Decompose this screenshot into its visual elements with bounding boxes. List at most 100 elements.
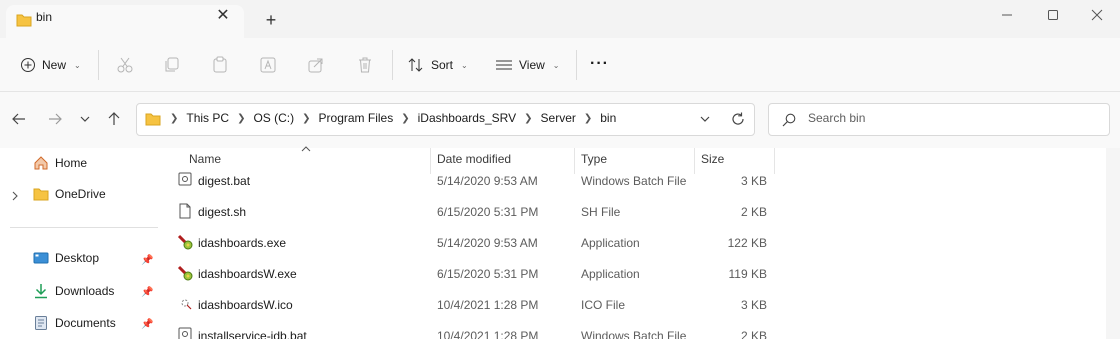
home-icon — [34, 156, 48, 170]
sort-button[interactable]: Sort ⌄ — [407, 57, 468, 73]
download-icon — [35, 284, 47, 299]
file-type: ICO File — [581, 298, 626, 312]
minimize-button[interactable] — [984, 0, 1030, 30]
close-window-button[interactable] — [1074, 0, 1120, 30]
vertical-scrollbar[interactable] — [1106, 148, 1120, 339]
folder-icon — [33, 188, 49, 201]
chevron-right-icon: ❯ — [524, 112, 533, 124]
sidebar-item-label: Desktop — [55, 251, 100, 265]
up-button[interactable] — [102, 107, 126, 131]
share-icon[interactable] — [307, 56, 325, 74]
breadcrumb-idashboards-srv[interactable]: iDashboards_SRV — [414, 111, 521, 125]
search-icon — [782, 113, 796, 127]
sort-button-label: Sort — [431, 58, 454, 72]
file-type: Windows Batch File — [581, 174, 687, 188]
breadcrumb-server[interactable]: Server — [537, 111, 580, 125]
sort-ascending-icon — [301, 146, 311, 152]
file-name: installservice-idb.bat — [198, 329, 307, 339]
file-name: digest.bat — [198, 174, 251, 188]
breadcrumb-bin[interactable]: bin — [596, 111, 620, 125]
copy-icon[interactable] — [163, 56, 181, 74]
maximize-button[interactable] — [1030, 0, 1076, 30]
chevron-right-icon[interactable] — [10, 191, 20, 201]
recent-locations-button[interactable] — [73, 107, 97, 131]
chevron-down-icon — [80, 116, 90, 122]
column-header-name[interactable]: Name — [189, 152, 221, 166]
file-type: SH File — [581, 205, 621, 219]
delete-icon[interactable] — [356, 56, 374, 74]
close-tab-button[interactable]: ✕ — [212, 6, 234, 28]
plus-circle-icon — [21, 58, 35, 72]
breadcrumb-program-files[interactable]: Program Files — [315, 111, 398, 125]
search-input[interactable] — [808, 111, 1098, 125]
more-options-button[interactable]: ··· — [590, 55, 609, 73]
sidebar-item-downloads[interactable]: Downloads — [33, 283, 114, 299]
file-date-modified: 6/15/2020 5:31 PM — [437, 205, 539, 219]
back-button[interactable] — [7, 107, 31, 131]
folder-icon — [145, 113, 161, 126]
pin-icon[interactable]: 📌 — [141, 287, 153, 298]
maximize-icon — [1048, 10, 1058, 20]
view-button[interactable]: View ⌄ — [495, 57, 560, 73]
column-header-type[interactable]: Type — [581, 152, 607, 166]
file-type: Windows Batch File — [581, 329, 687, 339]
documents-icon — [35, 316, 47, 330]
new-button-label: New — [42, 58, 67, 72]
file-date-modified: 5/14/2020 9:53 AM — [437, 174, 538, 188]
ico-file-icon — [181, 299, 192, 310]
sidebar-item-label: Documents — [55, 316, 116, 330]
chevron-right-icon: ❯ — [237, 112, 246, 124]
toolbar-divider — [576, 50, 577, 80]
refresh-button[interactable] — [726, 107, 750, 131]
file-size: 2 KB — [740, 205, 767, 219]
breadcrumb-this-pc[interactable]: This PC — [182, 111, 233, 125]
file-size: 2 KB — [740, 329, 767, 339]
folder-icon — [16, 14, 32, 27]
paste-icon[interactable] — [211, 56, 229, 74]
close-icon — [1091, 9, 1103, 21]
sort-icon — [408, 58, 423, 72]
toolbar-divider — [392, 50, 393, 80]
generic-file-icon — [179, 203, 191, 219]
file-type: Application — [581, 267, 640, 281]
sidebar-item-documents[interactable]: Documents — [33, 315, 116, 331]
sidebar-divider — [10, 227, 158, 228]
view-icon — [496, 60, 512, 70]
column-header-date-modified[interactable]: Date modified — [437, 152, 511, 166]
file-type: Application — [581, 236, 640, 250]
toolbar-divider — [98, 50, 99, 80]
chevron-down-icon: ⌄ — [461, 60, 468, 70]
chevron-down-icon: ⌄ — [74, 60, 81, 70]
rename-icon[interactable] — [259, 56, 277, 74]
chevron-down-icon — [700, 116, 710, 122]
pin-icon[interactable]: 📌 — [141, 255, 153, 266]
file-date-modified: 10/4/2021 1:28 PM — [437, 329, 539, 339]
forward-button[interactable] — [43, 107, 67, 131]
sidebar-item-label: Home — [55, 156, 88, 170]
address-history-button[interactable] — [693, 107, 717, 131]
file-size: 3 KB — [740, 174, 767, 188]
arrow-left-icon — [12, 113, 25, 125]
chevron-right-icon: ❯ — [401, 112, 410, 124]
sidebar-item-label: OneDrive — [55, 187, 106, 201]
application-icon — [177, 234, 193, 250]
sidebar-item-home[interactable]: Home — [33, 155, 87, 171]
breadcrumb-os-c[interactable]: OS (C:) — [249, 111, 298, 125]
breadcrumb: ❯ This PC ❯ OS (C:) ❯ Program Files ❯ iD… — [166, 111, 620, 125]
sidebar-item-desktop[interactable]: Desktop — [33, 251, 99, 265]
file-size: 3 KB — [740, 298, 767, 312]
view-button-label: View — [519, 58, 545, 72]
new-tab-button[interactable]: + — [260, 10, 282, 32]
file-name: digest.sh — [198, 205, 247, 219]
file-size: 122 KB — [727, 236, 767, 250]
pin-icon[interactable]: 📌 — [141, 319, 153, 330]
file-name: idashboardsW.ico — [198, 298, 293, 312]
cut-icon[interactable] — [116, 56, 134, 74]
sidebar-item-onedrive[interactable]: OneDrive — [33, 187, 106, 201]
file-date-modified: 10/4/2021 1:28 PM — [437, 298, 539, 312]
file-name: idashboardsW.exe — [198, 267, 297, 281]
chevron-right-icon: ❯ — [302, 112, 311, 124]
new-button[interactable]: New ⌄ — [20, 57, 81, 73]
column-header-size[interactable]: Size — [701, 152, 724, 166]
file-name: idashboards.exe — [198, 236, 287, 250]
